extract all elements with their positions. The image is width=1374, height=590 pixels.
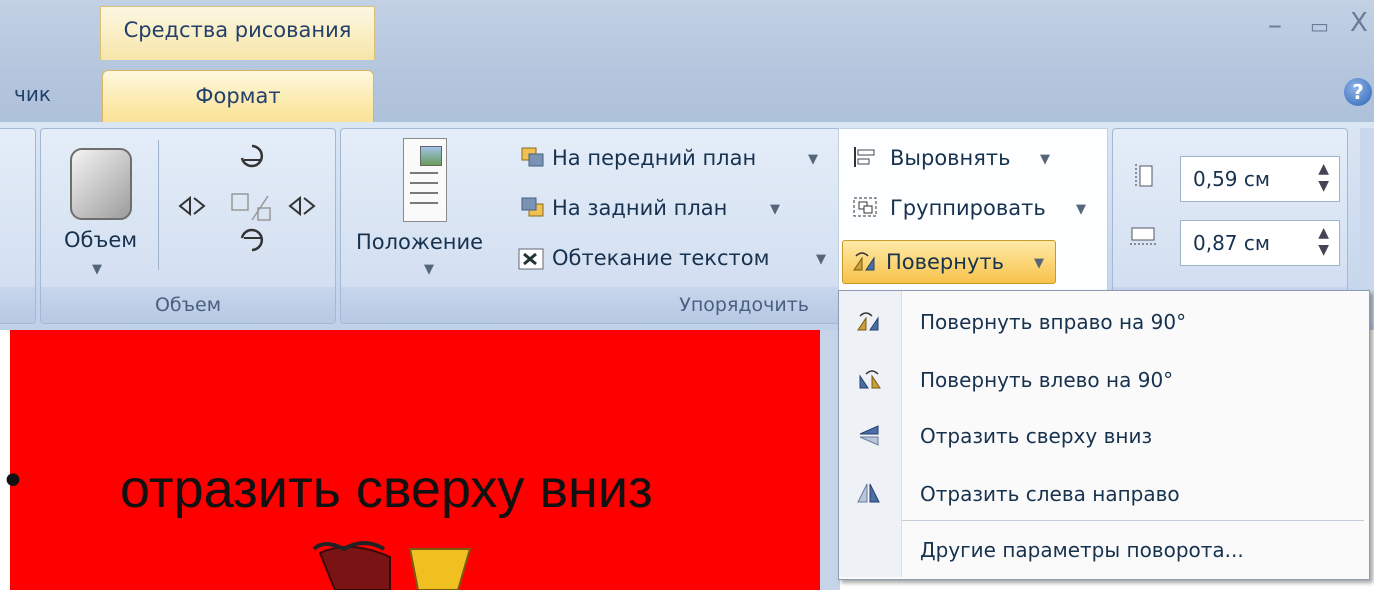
spin-arrows-icon[interactable]: ▲ ▼ — [1318, 225, 1329, 259]
align-icon — [854, 147, 875, 167]
send-backward-icon — [521, 197, 544, 217]
bring-forward-button[interactable]: На передний план — [552, 146, 756, 170]
tab-format-label[interactable]: Формат — [102, 84, 374, 108]
width-value[interactable]: 0,87 см — [1193, 231, 1270, 255]
width-stepper[interactable]: 0,87 см ▲ ▼ — [1180, 220, 1340, 266]
rotate-button-label[interactable]: Повернуть — [886, 250, 1004, 274]
context-tab-group-title: Средства рисования — [123, 18, 352, 42]
chevron-down-icon[interactable]: ▼ — [1034, 256, 1044, 271]
chevron-down-icon[interactable]: ▼ — [424, 262, 434, 277]
chevron-down-icon[interactable]: ▼ — [92, 262, 102, 277]
chevron-down-icon[interactable]: ▼ — [1040, 152, 1050, 167]
chevron-down-icon[interactable]: ▼ — [1076, 202, 1086, 217]
height-icon — [1135, 164, 1153, 188]
chevron-down-icon[interactable]: ▼ — [808, 152, 818, 167]
scroll-edge — [820, 330, 840, 590]
group-label-arrange: Упорядочить — [341, 287, 839, 323]
send-backward-button[interactable]: На задний план — [552, 196, 727, 220]
group-label-volume: Объем — [41, 287, 335, 323]
menu-item-flip-vertical[interactable]: Отразить сверху вниз — [920, 424, 1152, 448]
tab-previous[interactable]: чик — [14, 82, 51, 106]
flip-horizontal-icon — [857, 483, 880, 503]
text-wrap-icon — [518, 248, 544, 270]
slide-caption[interactable]: отразить сверху вниз — [120, 458, 653, 520]
volume-button-label[interactable]: Объем — [64, 228, 137, 252]
height-stepper[interactable]: 0,59 см ▲ ▼ — [1180, 156, 1340, 202]
maximize-button[interactable]: ▭ — [1310, 14, 1329, 38]
menu-item-rotate-left[interactable]: Повернуть влево на 90° — [920, 368, 1173, 392]
picture-icon — [420, 146, 442, 166]
menu-divider — [902, 520, 1364, 521]
chevron-down-icon[interactable]: ▼ — [816, 252, 826, 267]
group-button[interactable]: Группировать — [890, 196, 1046, 220]
bring-forward-icon — [521, 147, 544, 167]
help-icon[interactable]: ? — [1344, 78, 1372, 106]
spin-arrows-icon[interactable]: ▲ ▼ — [1318, 161, 1329, 195]
group-icon — [853, 197, 877, 217]
menu-item-flip-horizontal[interactable]: Отразить слева направо — [920, 482, 1180, 506]
position-button-label[interactable]: Положение — [356, 230, 483, 254]
rotate-right-icon — [857, 312, 879, 331]
align-button[interactable]: Выровнять — [890, 146, 1011, 170]
3d-box-icon[interactable] — [70, 148, 132, 220]
bullet-mark: • — [0, 456, 26, 507]
shape-figure[interactable] — [300, 535, 500, 590]
divider — [158, 140, 159, 270]
menu-item-rotate-right[interactable]: Повернуть вправо на 90° — [920, 310, 1186, 334]
text-wrap-button[interactable]: Обтекание текстом — [552, 246, 769, 270]
minimize-button[interactable]: – — [1268, 8, 1282, 41]
ribbon-group-partial — [0, 128, 36, 324]
close-button[interactable]: X — [1350, 8, 1368, 38]
width-icon — [1130, 227, 1156, 245]
height-value[interactable]: 0,59 см — [1193, 167, 1270, 191]
rotate-icon — [853, 252, 875, 271]
menu-item-more-rotation-options[interactable]: Другие параметры поворота... — [920, 538, 1244, 562]
flip-vertical-icon — [859, 425, 879, 446]
chevron-down-icon[interactable]: ▼ — [770, 202, 780, 217]
rotate-left-icon — [859, 370, 881, 389]
tilt-controls-icon[interactable] — [172, 138, 332, 278]
